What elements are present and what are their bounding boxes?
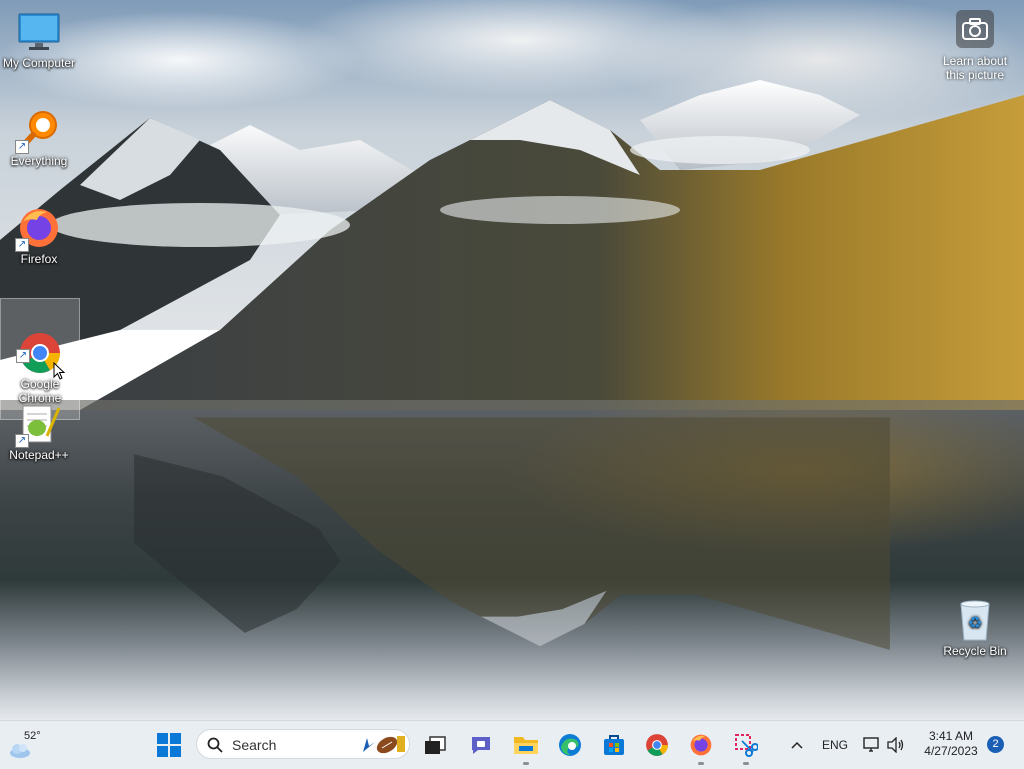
chat-button[interactable] [465, 729, 497, 761]
snipping-tool-icon [735, 734, 758, 757]
edge-icon [559, 734, 581, 756]
notepadpp-icon: ↗ [15, 402, 61, 448]
speaker-icon [887, 737, 904, 753]
network-icon [863, 737, 879, 752]
firefox-taskbar-button[interactable] [685, 729, 717, 765]
chrome-taskbar-button[interactable] [641, 729, 673, 761]
chrome-icon [646, 734, 668, 756]
chevron-up-icon [791, 741, 803, 749]
snipping-tool-button[interactable] [730, 729, 762, 765]
mouse-cursor-icon [53, 362, 65, 380]
chrome-icon: ↗ [16, 317, 62, 373]
weather-temperature: 52° [24, 730, 41, 742]
volume-button[interactable] [880, 729, 912, 761]
notification-badge[interactable]: 2 [987, 736, 1004, 753]
shortcut-arrow-icon: ↗ [15, 434, 29, 448]
folder-icon [514, 737, 538, 754]
store-icon [604, 735, 624, 755]
store-button[interactable] [598, 729, 630, 761]
monitor-icon [17, 10, 61, 54]
learn-about-label: Learn about this picture [942, 54, 1008, 82]
cloudy-weather-icon [10, 744, 30, 758]
desktop-wallpaper[interactable] [0, 0, 1024, 720]
show-hidden-icons-button[interactable] [781, 729, 813, 761]
desktop-icon-my-computer[interactable]: My Computer [0, 6, 78, 70]
weather-widget[interactable]: 52° [8, 727, 68, 763]
start-button[interactable] [153, 729, 185, 761]
firefox-icon: ↗ [15, 206, 61, 252]
desktop-icon-label: Recycle Bin [943, 644, 1007, 658]
running-indicator [523, 762, 529, 765]
desktop-icon-label: Notepad++ [9, 448, 69, 462]
shortcut-arrow-icon: ↗ [16, 349, 30, 363]
desktop-icon-firefox[interactable]: ↗ Firefox [0, 202, 78, 266]
clock[interactable]: 3:41 AM 4/27/2023 [920, 729, 982, 759]
running-indicator [743, 762, 749, 765]
windows-logo-icon [157, 733, 181, 757]
edge-button[interactable] [554, 729, 586, 761]
wallpaper-mountains [0, 80, 1024, 412]
desktop-icon-notepadpp[interactable]: ↗ Notepad++ [0, 398, 78, 462]
learn-about-picture[interactable]: Learn about this picture [935, 10, 1015, 82]
firefox-icon [690, 734, 712, 756]
desktop-icon-recycle-bin[interactable]: ♻ Recycle Bin [936, 594, 1014, 658]
clock-time: 3:41 AM [928, 729, 974, 743]
search-highlight-football-icon [363, 736, 405, 754]
shortcut-arrow-icon: ↗ [15, 238, 29, 252]
task-view-icon [425, 736, 446, 754]
shortcut-arrow-icon: ↗ [15, 140, 29, 154]
magnifier-icon: ↗ [15, 108, 61, 154]
search-icon [207, 737, 223, 753]
input-language[interactable]: ENG [822, 738, 848, 752]
clock-date: 4/27/2023 [924, 744, 978, 758]
desktop-icon-label: My Computer [2, 56, 76, 70]
wallpaper-reflection [134, 417, 890, 650]
desktop-icon-label: Firefox [20, 252, 58, 266]
task-view-button[interactable] [419, 729, 451, 761]
teams-chat-icon [472, 737, 490, 754]
taskbar: 52° Search ENG 3:41 AM 4/27/2023 2 [0, 720, 1024, 769]
taskbar-search-box[interactable]: Search [196, 729, 410, 759]
search-placeholder: Search [232, 737, 277, 753]
desktop-icon-label: Everything [10, 154, 68, 168]
recycle-bin-icon: ♻ [953, 598, 997, 642]
file-explorer-button[interactable] [510, 729, 542, 765]
camera-icon [956, 10, 994, 48]
running-indicator [698, 762, 704, 765]
svg-text:♻: ♻ [968, 615, 982, 632]
desktop-icon-everything[interactable]: ↗ Everything [0, 104, 78, 168]
